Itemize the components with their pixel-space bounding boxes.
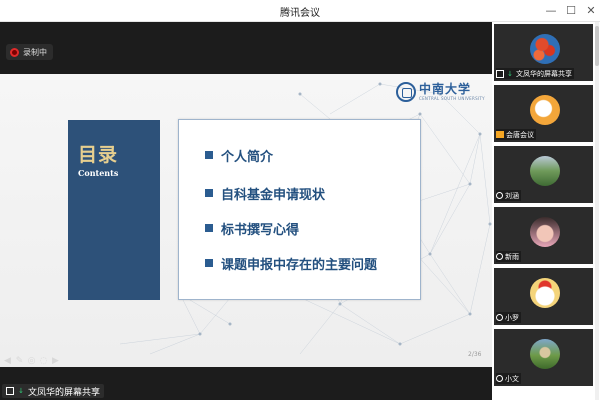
presentation-slide: 中南大学 CENTRAL SOUTH UNIVERSITY 目录 Content… [0,74,492,367]
pen-icon[interactable]: ✎ [15,357,24,366]
square-bullet-icon [205,189,213,197]
participant-name: 会唐会议 [506,130,534,139]
person-icon [496,253,503,260]
toc-item-text: 个人简介 [221,149,274,165]
toc-item: 个人简介 [205,146,274,165]
scrollbar-thumb[interactable] [595,26,599,66]
toc-item: 课题申报中存在的主要问题 [205,254,378,273]
square-bullet-icon [205,259,213,267]
person-icon [496,375,503,382]
toc-item-text: 自科基金申请现状 [221,187,326,203]
camera-icon [496,131,504,138]
cartoon-face-avatar [530,278,560,308]
red-flowers-avatar [530,34,560,64]
participant-name: 新雨 [505,252,519,261]
participant-tile[interactable]: 小文 [494,329,593,386]
zoom-icon[interactable]: ◎ [27,357,36,366]
slide-toolbar: ◀ ✎ ◎ ◌ ▶ [3,357,60,366]
participant-tile[interactable]: 会唐会议 [494,85,593,142]
toc-heading-panel: 目录 Contents [68,120,160,300]
maximize-button[interactable]: ☐ [560,2,582,20]
participant-tile[interactable]: ↓ 文凤华的屏幕共享 [494,24,593,81]
toc-title: 目录 [78,144,119,166]
cartoon-avatar [530,95,560,125]
sharer-name: 文凤华的屏幕共享 [28,387,101,398]
participant-tile[interactable]: 刘涵 [494,146,593,203]
window-title: 腾讯会议 [280,8,320,19]
square-bullet-icon [205,224,213,232]
next-slide-icon[interactable]: ▶ [51,357,60,366]
logo-english-name: CENTRAL SOUTH UNIVERSITY [419,96,485,101]
portrait-avatar [530,217,560,247]
participant-name: 刘涵 [505,191,519,200]
menu-icon[interactable]: ◌ [39,357,48,366]
participant-scrollbar[interactable] [595,22,599,400]
minimize-button[interactable]: — [540,2,562,20]
toc-item: 自科基金申请现状 [205,184,326,203]
participant-tile[interactable]: 新雨 [494,207,593,264]
toc-item-text: 课题申报中存在的主要问题 [221,257,378,273]
screen-share-label: ↓ 文凤华的屏幕共享 [2,384,105,398]
recording-indicator[interactable]: 录制中 [6,44,53,60]
screen-share-icon [6,387,14,395]
title-bar: 腾讯会议 — ☐ ✕ [0,0,600,22]
screen-share-icon [496,69,504,78]
logo-chinese-name: 中南大学 [419,82,472,96]
participant-name: 小文 [505,374,519,383]
university-seal-icon [396,82,416,102]
recording-label: 录制中 [23,47,47,57]
toc-subtitle: Contents [78,168,119,178]
person-icon [496,314,503,321]
previous-slide-icon[interactable]: ◀ [3,357,12,366]
participant-tile[interactable]: 小罗 [494,268,593,325]
toc-item-text: 标书撰写心得 [221,222,300,238]
slide-page-number: 2/36 [468,351,482,358]
participant-name: 小罗 [505,313,519,322]
mic-on-icon: ↓ [18,387,24,395]
university-logo: 中南大学 CENTRAL SOUTH UNIVERSITY [396,82,486,110]
square-bullet-icon [205,151,213,159]
toc-list-card: 个人简介 自科基金申请现状 标书撰写心得 课题申报中存在的主要问题 [178,119,421,300]
screen-share-bar: ↓ 文凤华的屏幕共享 [0,382,492,400]
shared-screen-stage: 录制中 中南大学 CENTRAL SOUTH UNIVERSITY 目录 Con… [0,22,492,400]
participant-name: 文凤华的屏幕共享 [516,69,572,78]
close-button[interactable]: ✕ [580,2,600,20]
landscape-avatar [530,156,560,186]
record-icon [10,47,19,57]
toc-item: 标书撰写心得 [205,219,300,238]
participant-list: ↓ 文凤华的屏幕共享 会唐会议 刘涵 新雨 小罗 小文 [492,22,600,400]
mic-on-icon: ↓ [507,69,513,78]
person-icon [496,192,503,199]
outdoor-avatar [530,339,560,369]
